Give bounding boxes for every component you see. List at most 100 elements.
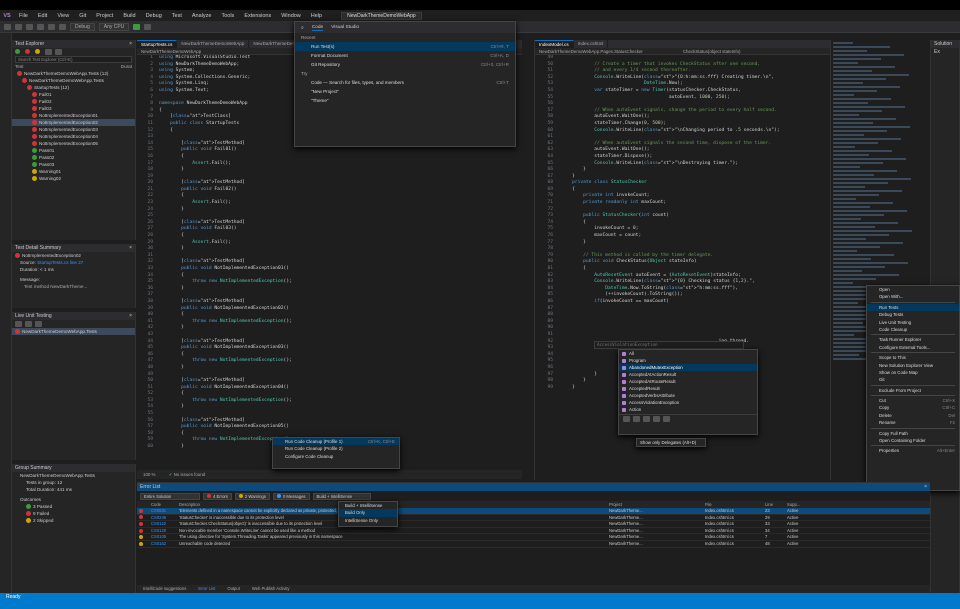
test-search-input[interactable]: Search Test Explorer (Ctrl+E) [15, 56, 132, 63]
right-editor-breadcrumb[interactable]: NewDarkThemeDemoWebApp.Pages.StatusCheck… [535, 48, 830, 55]
context-menu-item[interactable]: Show on Code Map [867, 369, 959, 376]
error-row[interactable]: CS0246 'StatusChecker' is inaccessible du… [137, 515, 930, 522]
autocomplete-input[interactable]: AccessViolationException [594, 341, 744, 349]
code-line[interactable]: 24 } [139, 207, 522, 214]
passed-filter-icon[interactable] [15, 49, 20, 54]
stop-icon[interactable] [35, 321, 42, 327]
code-cleanup-item[interactable]: Configure Code Cleanup [273, 453, 399, 460]
filter-classes-icon[interactable] [623, 416, 630, 422]
error-column-header[interactable]: Line [763, 501, 785, 508]
code-line[interactable]: 54 var stateTimer = new Timer(statusChec… [535, 88, 830, 95]
test-tree-item[interactable]: Pass01 [12, 147, 135, 154]
settings-icon[interactable] [55, 49, 62, 55]
search-result-item[interactable]: "New Project" [295, 87, 515, 96]
code-line[interactable]: 68 private class StatusChecker [535, 180, 830, 187]
code-line[interactable]: 47 throw new NotImplementedException(); [139, 358, 522, 365]
forward-icon[interactable] [15, 23, 22, 30]
menu-analyze[interactable]: Analyze [187, 13, 217, 19]
code-line[interactable]: 87 [535, 306, 830, 313]
autocomplete-item[interactable]: Action [619, 406, 757, 413]
code-line[interactable]: 27 public void Fail03() [139, 226, 522, 233]
source-link[interactable]: StartupTests.cs line 27 [37, 260, 83, 265]
context-menu-item[interactable]: Open Containing Folder [867, 437, 959, 444]
test-tree-item[interactable]: NotImplementedException03 [12, 126, 135, 133]
error-code[interactable]: CS0162 [149, 541, 177, 547]
autocomplete-item[interactable]: AcceptedVerbsAttribute [619, 392, 757, 399]
code-line[interactable]: 29 Assert.Fail(); [139, 240, 522, 247]
code-line[interactable]: 32 [class="at">TestMethod] [139, 259, 522, 266]
editor-tab[interactable]: NewDarkThemeDemoWebApp [177, 40, 250, 48]
error-code[interactable]: CS0105 [149, 534, 177, 540]
code-line[interactable]: 81 { [535, 266, 830, 273]
build-filter-option[interactable]: IntelliSense Only [339, 517, 397, 524]
code-line[interactable]: 56 [535, 101, 830, 108]
menu-tools[interactable]: Tools [216, 13, 239, 19]
test-tree-item[interactable]: Warning02 [12, 175, 135, 182]
code-line[interactable]: 53 throw new NotImplementedException(); [139, 398, 522, 405]
code-cleanup-item[interactable]: Run Code Cleanup (Profile 2) [273, 445, 399, 452]
code-line[interactable]: 45 public void NotImplementedException03… [139, 345, 522, 352]
code-line[interactable]: 20 [class="at">TestMethod] [139, 180, 522, 187]
filter-structs-icon[interactable] [633, 416, 640, 422]
class-breadcrumb[interactable]: NewDarkThemeDemoWebApp.Pages.StatusCheck… [539, 49, 643, 54]
code-line[interactable]: 88 [535, 312, 830, 319]
error-row[interactable]: CS0531 'Elements defined in a namespace c… [137, 508, 930, 515]
code-line[interactable]: 28 { [139, 233, 522, 240]
test-tree-item[interactable]: StartupTests (12) [12, 84, 135, 91]
menu-help[interactable]: Help [306, 13, 327, 19]
menu-file[interactable]: File [14, 13, 33, 19]
code-line[interactable]: 83 Console.WriteLine(class="st">"{0} Che… [535, 279, 830, 286]
test-tree-item[interactable]: NotImplementedException02 [12, 119, 135, 126]
warning-filter-icon[interactable] [35, 49, 40, 54]
filter-enums-icon[interactable] [643, 416, 650, 422]
menu-git[interactable]: Git [74, 13, 91, 19]
build-filter-select[interactable]: Build + IntelliSense [312, 492, 371, 500]
run-all-icon[interactable] [45, 49, 52, 55]
new-file-icon[interactable] [26, 23, 33, 30]
context-menu-item[interactable]: Open [867, 286, 959, 293]
context-menu-item[interactable]: Live Unit Testing [867, 319, 959, 326]
pause-icon[interactable] [25, 321, 32, 327]
code-line[interactable]: 57 public void NotImplementedException05… [139, 424, 522, 431]
code-line[interactable]: 51 public void NotImplementedException04… [139, 385, 522, 392]
context-menu-item[interactable]: Debug Tests [867, 311, 959, 318]
code-line[interactable]: 90 [535, 325, 830, 332]
issues-status[interactable]: No issues found [174, 472, 206, 477]
build-filter-option[interactable]: Build + IntelliSense [339, 502, 397, 509]
code-line[interactable]: 43 [139, 332, 522, 339]
code-line[interactable]: 53 DateTime.Now); [535, 81, 830, 88]
error-row[interactable]: CS0122 'StatusChecker.CheckStatus(object)… [137, 521, 930, 528]
test-tree-item[interactable]: NotImplementedException01 [12, 112, 135, 119]
test-tree-item[interactable]: Pass03 [12, 161, 135, 168]
error-row[interactable]: CS0120 Non-invocable member 'Console.Writ… [137, 528, 930, 535]
context-menu-item[interactable]: Scope to This [867, 354, 959, 361]
code-line[interactable]: 71 private readonly int maxCount; [535, 200, 830, 207]
code-line[interactable]: 36 } [139, 286, 522, 293]
attach-icon[interactable] [144, 23, 152, 30]
autocomplete-item[interactable]: Program [619, 357, 757, 364]
context-menu-item[interactable]: Open With... [867, 293, 959, 300]
code-line[interactable]: 59 stateTimer.Change(0, 500); [535, 121, 830, 128]
code-line[interactable]: 54 } [139, 404, 522, 411]
context-menu-item[interactable]: Cut Ctrl+X [867, 397, 959, 404]
code-line[interactable]: 21 public void Fail02() [139, 187, 522, 194]
error-column-header[interactable]: Code [149, 501, 177, 508]
save-icon[interactable] [37, 23, 44, 30]
code-line[interactable]: 16 { [139, 154, 522, 161]
menu-project[interactable]: Project [91, 13, 118, 19]
code-line[interactable]: 58 autoEvent.WaitOne(); [535, 114, 830, 121]
play-icon[interactable] [15, 321, 22, 327]
code-line[interactable]: 85 (++invokeCount).ToString()); [535, 292, 830, 299]
code-cleanup-item[interactable]: Run Code Cleanup (Profile 1) Ctrl+K, Ctrl… [273, 438, 399, 446]
redo-icon[interactable] [59, 23, 66, 30]
undo-icon[interactable] [48, 23, 55, 30]
code-line[interactable]: 76 maxCount = count; [535, 233, 830, 240]
menu-window[interactable]: Window [276, 13, 306, 19]
context-menu-item[interactable]: New Solution Explorer View [867, 362, 959, 369]
code-line[interactable]: 15 public void Fail01() [139, 147, 522, 154]
editor-tab[interactable]: IndexModel.cs [535, 40, 574, 48]
code-line[interactable]: 51 // and every 1/4 second thereafter. [535, 68, 830, 75]
error-code[interactable]: CS0531 [149, 508, 177, 514]
code-line[interactable]: 77 } [535, 240, 830, 247]
code-line[interactable]: 78 [535, 246, 830, 253]
